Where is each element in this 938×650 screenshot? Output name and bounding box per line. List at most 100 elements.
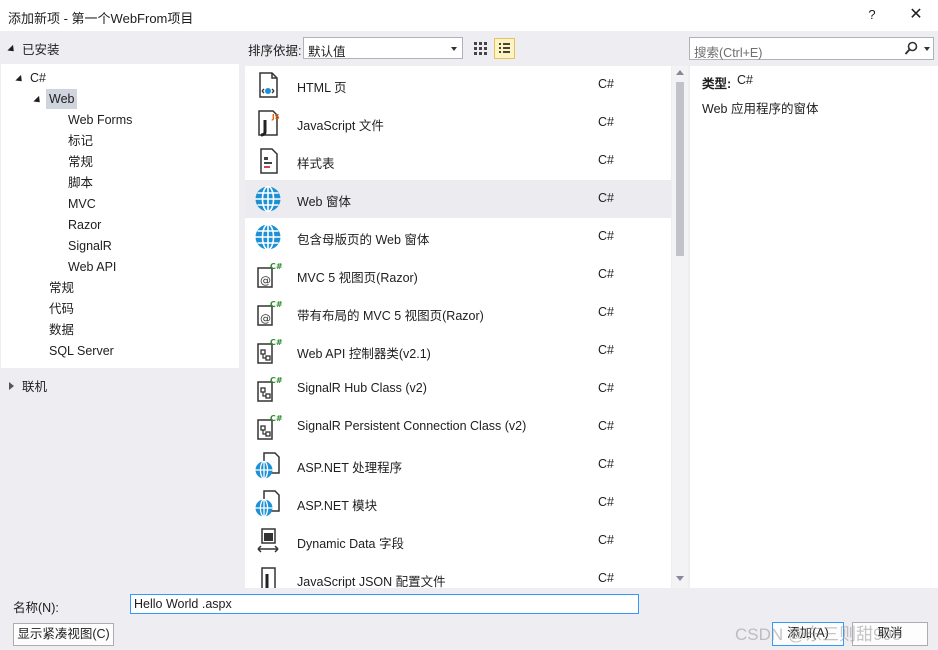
details-panel: 类型: C# Web 应用程序的窗体 bbox=[690, 66, 938, 588]
template-language: C# bbox=[598, 571, 614, 585]
tree-expander-icon[interactable] bbox=[33, 89, 43, 109]
tree-item-web-forms[interactable]: Web Forms bbox=[68, 110, 132, 130]
template-language: C# bbox=[598, 419, 614, 433]
template-item[interactable]: JS JavaScript 文件 C# bbox=[245, 104, 671, 142]
template-language: C# bbox=[598, 267, 614, 281]
scroll-up-icon[interactable] bbox=[676, 70, 684, 75]
web-form-globe-icon bbox=[253, 222, 283, 252]
web-form-globe-icon bbox=[253, 184, 283, 214]
template-item[interactable]: C# SignalR Persistent Connection Class (v… bbox=[245, 408, 671, 446]
type-value: C# bbox=[737, 73, 753, 87]
tree-item-csharp[interactable]: C# bbox=[30, 68, 46, 88]
tree-item-code[interactable]: 代码 bbox=[49, 299, 74, 319]
template-item[interactable]: JavaScript JSON 配置文件 C# bbox=[245, 560, 671, 588]
svg-text:@: @ bbox=[260, 274, 271, 287]
template-language: C# bbox=[598, 153, 614, 167]
tree-item-web-api[interactable]: Web API bbox=[68, 257, 116, 277]
window-title: 添加新项 - 第一个WebFrom项目 bbox=[8, 11, 194, 26]
javascript-file-icon: JS bbox=[253, 108, 283, 138]
tree-item-general[interactable]: 常规 bbox=[49, 278, 74, 298]
template-name: 带有布局的 MVC 5 视图页(Razor) bbox=[297, 309, 484, 323]
name-field[interactable]: Hello World .aspx bbox=[130, 594, 639, 614]
template-list: HTML 页 C# JS JavaScript 文件 C# 样式表 C# Web 窗体 C# 包含… bbox=[245, 66, 671, 588]
template-language: C# bbox=[598, 191, 614, 205]
search-icon[interactable] bbox=[904, 41, 918, 56]
template-name: JavaScript JSON 配置文件 bbox=[297, 575, 446, 588]
type-label: 类型: bbox=[702, 77, 732, 91]
template-name: SignalR Hub Class (v2) bbox=[297, 381, 427, 395]
sort-select[interactable]: 默认值 bbox=[303, 37, 463, 59]
template-name: ASP.NET 处理程序 bbox=[297, 461, 403, 475]
dynamic-data-icon bbox=[253, 526, 283, 556]
dropdown-arrow-icon bbox=[451, 47, 457, 51]
razor-view-icon: @ C# bbox=[253, 298, 283, 328]
svg-text:C#: C# bbox=[270, 414, 283, 423]
collapse-icon bbox=[7, 44, 17, 55]
template-name: Web 窗体 bbox=[297, 195, 351, 209]
template-item[interactable]: ASP.NET 处理程序 C# bbox=[245, 446, 671, 484]
svg-text:C#: C# bbox=[270, 376, 283, 385]
aspnet-globe-page-icon bbox=[253, 450, 283, 480]
template-item[interactable]: Dynamic Data 字段 C# bbox=[245, 522, 671, 560]
scrollbar-thumb[interactable] bbox=[676, 82, 684, 256]
template-item[interactable]: 包含母版页的 Web 窗体 C# bbox=[245, 218, 671, 256]
search-placeholder: 搜索(Ctrl+E) bbox=[694, 46, 763, 60]
template-name: ASP.NET 模块 bbox=[297, 499, 378, 513]
json-file-icon bbox=[253, 564, 283, 588]
template-item[interactable]: @ C# 带有布局的 MVC 5 视图页(Razor) C# bbox=[245, 294, 671, 332]
template-category-tree: C# Web Web Forms 标记 常规 脚本 MVC Razor Sign… bbox=[1, 64, 239, 368]
list-view-icon[interactable] bbox=[494, 38, 515, 59]
close-button[interactable]: ✕ bbox=[902, 4, 930, 26]
name-value: Hello World .aspx bbox=[134, 597, 232, 611]
name-label: 名称(N): bbox=[13, 601, 59, 615]
template-item[interactable]: HTML 页 C# bbox=[245, 66, 671, 104]
template-name: 包含母版页的 Web 窗体 bbox=[297, 233, 430, 247]
template-item[interactable]: C# SignalR Hub Class (v2) C# bbox=[245, 370, 671, 408]
template-language: C# bbox=[598, 381, 614, 395]
svg-text:@: @ bbox=[260, 312, 271, 325]
tree-item-markup[interactable]: 标记 bbox=[68, 131, 93, 151]
svg-text:C#: C# bbox=[270, 300, 283, 309]
scroll-down-icon[interactable] bbox=[676, 576, 684, 581]
tree-expander-icon[interactable] bbox=[15, 68, 25, 88]
search-options-arrow-icon[interactable] bbox=[924, 47, 930, 51]
razor-view-icon: @ C# bbox=[253, 260, 283, 290]
search-input[interactable]: 搜索(Ctrl+E) bbox=[689, 37, 934, 60]
template-item[interactable]: C# Web API 控制器类(v2.1) C# bbox=[245, 332, 671, 370]
template-language: C# bbox=[598, 457, 614, 471]
svg-text:C#: C# bbox=[270, 262, 283, 271]
csharp-class-icon: C# bbox=[253, 336, 283, 366]
svg-text:JS: JS bbox=[271, 113, 280, 121]
tree-item-general-web[interactable]: 常规 bbox=[68, 152, 93, 172]
template-language: C# bbox=[598, 229, 614, 243]
grid-view-icon[interactable] bbox=[470, 38, 490, 58]
template-item[interactable]: @ C# MVC 5 视图页(Razor) C# bbox=[245, 256, 671, 294]
tree-item-web[interactable]: Web bbox=[46, 89, 78, 109]
template-language: C# bbox=[598, 305, 614, 319]
compact-view-button[interactable]: 显示紧凑视图(C) bbox=[13, 623, 114, 646]
tree-item-signalr[interactable]: SignalR bbox=[68, 236, 112, 256]
csharp-class-icon: C# bbox=[253, 374, 283, 404]
template-item[interactable]: 样式表 C# bbox=[245, 142, 671, 180]
template-item[interactable]: ASP.NET 模块 C# bbox=[245, 484, 671, 522]
template-name: 样式表 bbox=[297, 157, 335, 171]
tree-item-sql-server[interactable]: SQL Server bbox=[49, 341, 114, 361]
tree-item-data[interactable]: 数据 bbox=[49, 320, 74, 340]
template-name: HTML 页 bbox=[297, 81, 347, 95]
template-language: C# bbox=[598, 533, 614, 547]
online-header[interactable]: 联机 bbox=[22, 376, 47, 395]
csharp-class-icon: C# bbox=[253, 412, 283, 442]
help-button[interactable]: ? bbox=[860, 4, 884, 26]
sort-label: 排序依据: bbox=[248, 44, 302, 58]
template-name: Dynamic Data 字段 bbox=[297, 537, 404, 551]
installed-toggle[interactable] bbox=[7, 41, 17, 55]
installed-header: 已安装 bbox=[22, 43, 60, 57]
watermark: CSDN @东三则甜995 bbox=[735, 625, 902, 644]
template-item[interactable]: Web 窗体 C# bbox=[245, 180, 671, 218]
tree-item-razor[interactable]: Razor bbox=[68, 215, 101, 235]
template-name: MVC 5 视图页(Razor) bbox=[297, 271, 418, 285]
tree-item-script[interactable]: 脚本 bbox=[68, 173, 93, 193]
tree-item-mvc[interactable]: MVC bbox=[68, 194, 96, 214]
stylesheet-icon bbox=[253, 146, 283, 176]
expand-icon[interactable] bbox=[9, 379, 14, 393]
